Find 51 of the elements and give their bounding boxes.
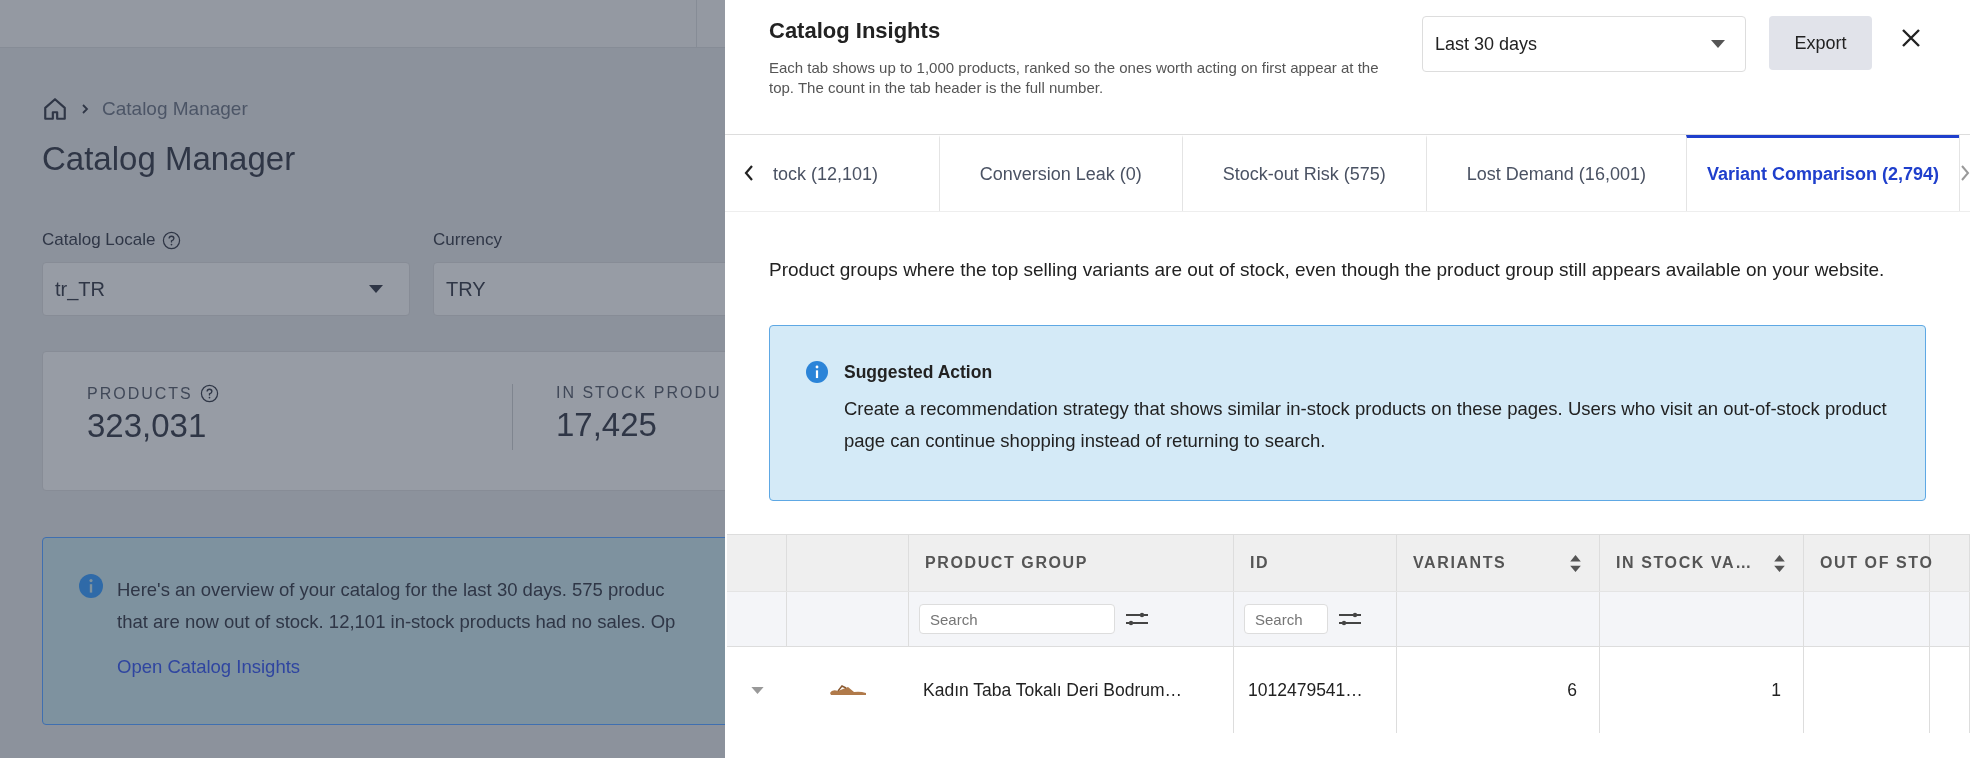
- page-title: Catalog Manager: [42, 140, 297, 178]
- search-field[interactable]: Search: [919, 604, 1115, 634]
- filter-icon[interactable]: [1338, 611, 1362, 627]
- tab-scroll-right-button[interactable]: [1959, 135, 1970, 211]
- column-header: IN STOCK VA…: [1616, 554, 1753, 572]
- tab[interactable]: Stock-out Risk (575): [1181, 135, 1426, 211]
- date-range-dropdown[interactable]: Last 30 days: [1422, 16, 1746, 72]
- close-icon[interactable]: [1901, 28, 1921, 48]
- tab[interactable]: Variant Comparison (2,794): [1685, 135, 1959, 211]
- field-label: Currency: [433, 230, 502, 250]
- column-header: ID: [1250, 554, 1270, 572]
- sort-icon[interactable]: [1570, 554, 1581, 572]
- caret-down-icon[interactable]: [750, 686, 764, 694]
- column-header: VARIANTS: [1413, 554, 1507, 572]
- help-icon[interactable]: [162, 230, 182, 250]
- stat-label: PRODUCTS: [87, 384, 193, 403]
- tab[interactable]: Conversion Leak (0): [938, 135, 1182, 211]
- home-icon[interactable]: [42, 96, 68, 122]
- currency-field[interactable]: TRY: [433, 262, 725, 316]
- suggested-action-title: Suggested Action: [844, 361, 993, 383]
- table-cell: 1: [1771, 679, 1781, 701]
- sort-icon[interactable]: [1774, 554, 1785, 572]
- sandal-drawing: [828, 683, 868, 697]
- stat-value: 17,425: [556, 406, 658, 444]
- column-header: PRODUCT GROUP: [925, 554, 1089, 572]
- stat-label: IN STOCK PRODU: [556, 384, 722, 402]
- caret-down-icon: [1711, 40, 1725, 48]
- filter-icon[interactable]: [1125, 611, 1149, 627]
- table-cell: 6: [1567, 679, 1577, 701]
- tab[interactable]: Lost Demand (16,001): [1425, 135, 1686, 211]
- locale-dropdown[interactable]: tr_TR: [42, 262, 410, 316]
- suggested-action-text: Create a recommendation strategy that shows similar in-stock products on these pages. Users who visit an out-of-stock product page can continue shopping instead of returning to search.: [844, 397, 1888, 453]
- export-button[interactable]: Export: [1769, 16, 1872, 70]
- search-field[interactable]: Search: [1244, 604, 1328, 634]
- stat-value: 323,031: [87, 407, 208, 445]
- tab[interactable]: tock (12,101): [773, 135, 939, 211]
- help-icon[interactable]: [199, 384, 219, 403]
- drawer-description: Each tab shows up to 1,000 products, ranked so the ones worth acting on first appear at the top. The count in the tab header is the full number.: [769, 58, 1379, 98]
- chevron-right-icon: [1960, 165, 1970, 181]
- table-cell: 1012479541…: [1248, 679, 1363, 701]
- info-text: Here's an overview of your catalog for the last 30 days. 575 produc that are now out of stock. 12,101 in-stock products had no sales. Op: [117, 578, 676, 634]
- table-cell: Kadın Taba Tokalı Deri Bodrum…: [923, 679, 1183, 701]
- column-header: OUT OF STO: [1820, 554, 1934, 572]
- caret-down-icon: [369, 285, 383, 293]
- field-label: Catalog Locale: [42, 230, 156, 250]
- tab-description: Product groups where the top selling variants are out of stock, even though the product group still appears available on your website.: [769, 258, 1886, 282]
- chevron-right-icon: [80, 104, 90, 114]
- drawer-title: Catalog Insights: [769, 18, 942, 44]
- chevron-left-icon: [744, 165, 754, 181]
- info-icon: [79, 574, 103, 598]
- info-icon: [806, 361, 828, 383]
